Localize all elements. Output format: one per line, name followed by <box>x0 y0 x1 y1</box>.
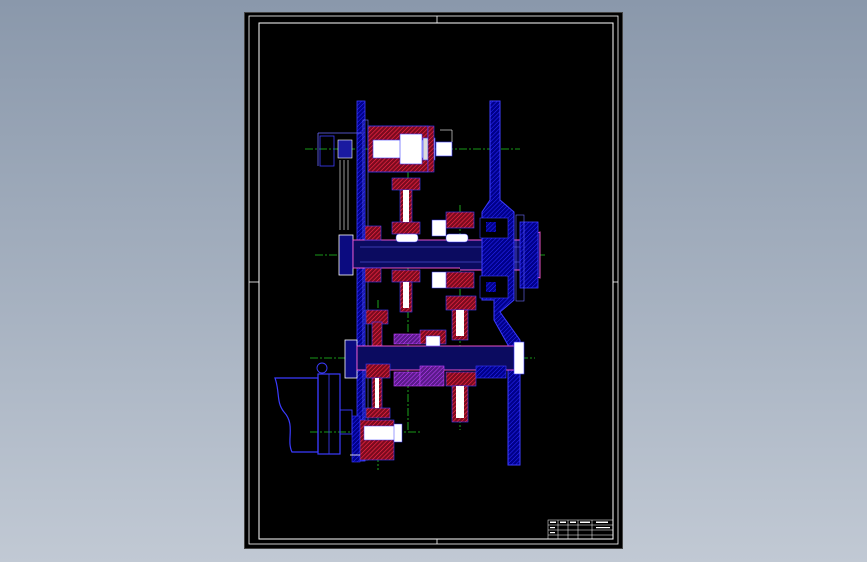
gear-upper <box>391 177 421 235</box>
side-plate-right <box>479 100 525 466</box>
motor-housing <box>274 362 353 455</box>
title-block-marks <box>550 521 610 534</box>
assembly-drawing <box>248 15 619 545</box>
output-coupling <box>350 415 403 463</box>
gear-middle <box>365 295 477 349</box>
gear-main-left <box>391 269 421 313</box>
top-shaft-housing <box>317 125 453 230</box>
cad-viewport[interactable] <box>0 0 867 562</box>
